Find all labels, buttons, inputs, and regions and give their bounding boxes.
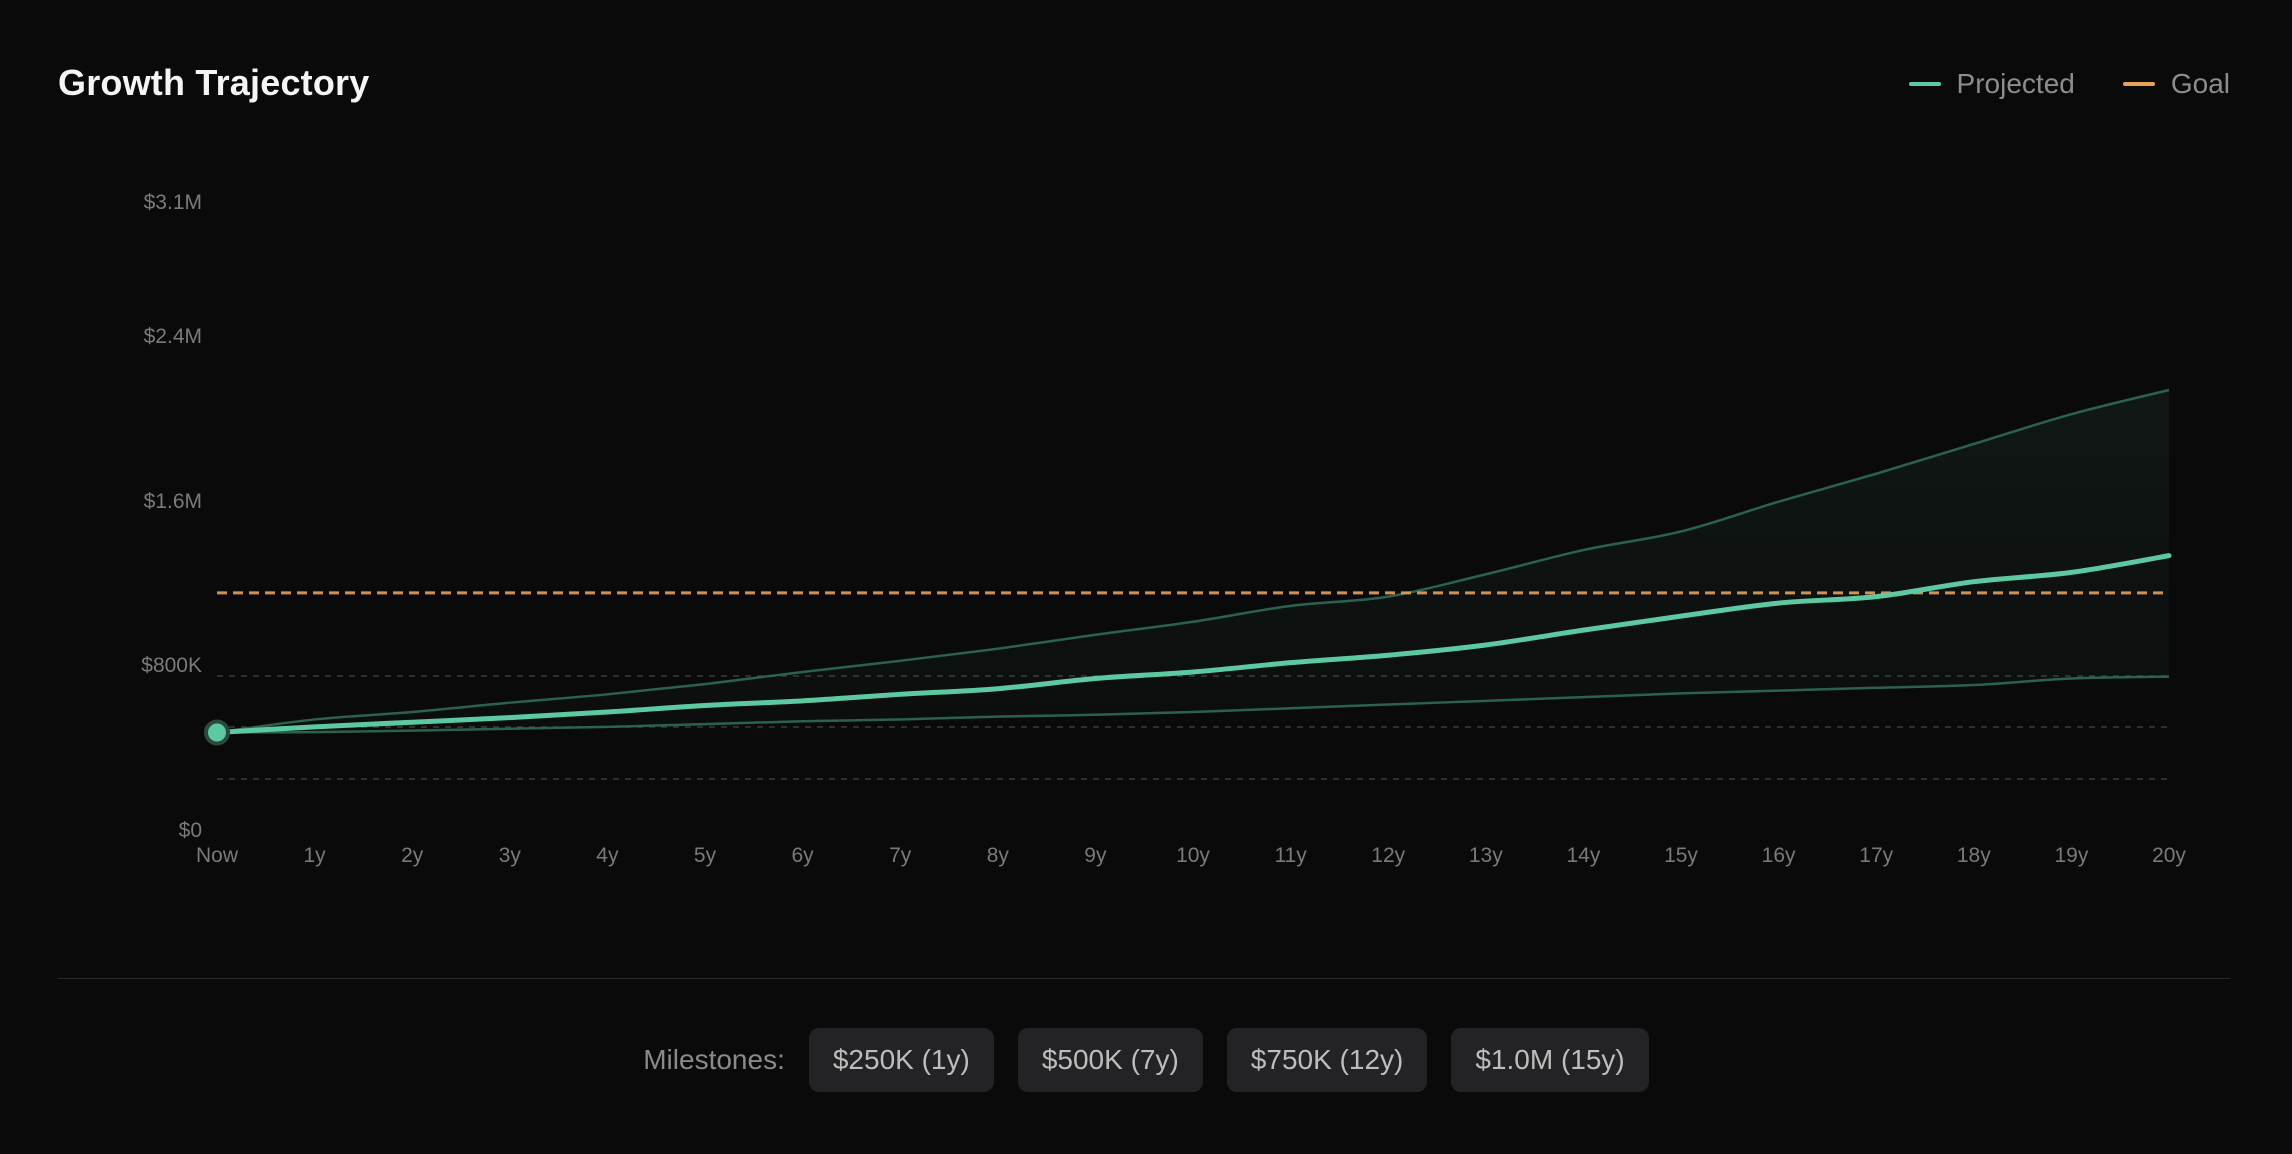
x-tick-label: 19y [2054,844,2088,867]
divider [58,978,2230,979]
x-tick-label: Now [196,844,239,867]
y-tick-label: $800K [141,654,202,677]
confidence-band [217,389,2169,733]
x-tick-label: 17y [1859,844,1893,867]
x-tick-label: 6y [792,844,815,867]
y-tick-label: $3.1M [144,191,202,214]
x-tick-label: 4y [596,844,619,867]
x-tick-label: 11y [1274,844,1307,867]
milestone-chip[interactable]: $1.0M (15y) [1451,1028,1649,1092]
x-tick-label: 18y [1957,844,1991,867]
x-tick-label: 9y [1084,844,1107,867]
x-tick-label: 12y [1371,844,1405,867]
growth-chart: $0 $800K $1.6M $2.4M $3.1M Now 1y 2y 3y 4y 5y 6y 7y 8… [141,191,2186,867]
x-tick-label: 10y [1176,844,1210,867]
milestones-label: Milestones: [643,1044,785,1075]
x-tick-label: 16y [1762,844,1796,867]
x-tick-label: 8y [987,844,1010,867]
x-tick-label: 14y [1566,844,1600,867]
y-tick-label: $0 [179,819,202,842]
milestones-bar: Milestones: $250K (1y) $500K (7y) $750K … [0,1028,2292,1092]
y-tick-label: $2.4M [144,325,202,348]
x-tick-label: 15y [1664,844,1698,867]
x-tick-label: 3y [499,844,522,867]
x-tick-label: 7y [889,844,912,867]
y-tick-label: $1.6M [144,490,202,513]
growth-trajectory-card: Growth Trajectory Projected Goal $0 $800K… [0,0,2292,1154]
x-tick-label: 5y [694,844,717,867]
milestone-chip[interactable]: $250K (1y) [808,1028,994,1092]
start-point-marker [204,719,230,746]
x-tick-label: 20y [2152,844,2186,867]
x-tick-label: 1y [304,844,327,867]
x-tick-label: 13y [1469,844,1503,867]
milestone-chip[interactable]: $750K (12y) [1226,1028,1428,1092]
x-tick-label: 2y [401,844,424,867]
milestone-chip[interactable]: $500K (7y) [1017,1028,1203,1092]
